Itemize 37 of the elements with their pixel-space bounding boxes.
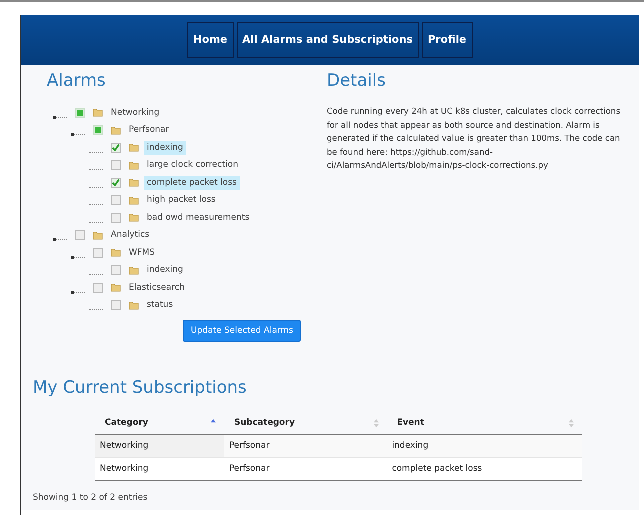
tree-item[interactable]: status [144,298,176,312]
checkbox[interactable] [111,142,121,153]
nav-link[interactable]: Home [187,22,234,58]
table-cell: Perfsonar [224,434,388,458]
checkbox[interactable] [111,300,121,310]
tree-item[interactable]: Elasticsearch [126,280,188,295]
table-cell: Perfsonar [224,458,388,480]
checkbox[interactable] [111,178,121,188]
checkbox[interactable] [93,282,103,293]
table-cell: indexing [387,434,582,458]
nav-link[interactable]: Profile [422,22,473,58]
checkbox[interactable] [111,160,121,170]
tree-item[interactable]: indexing [144,140,186,155]
tree-item[interactable]: complete packet loss [144,176,240,190]
checkbox[interactable] [75,230,85,240]
tree-item[interactable]: Analytics [108,228,153,242]
tree-item[interactable]: bad owd measurements [144,210,253,225]
section-heading: My Current Subscriptions [33,377,248,400]
section-heading: Details [327,70,387,93]
tree-item[interactable]: large clock correction [144,158,242,172]
details-text: Code running every 24h at UC k8s cluster, calculates clock corrections for all nodes that appear as both source and destination. Alarm is generated if the calculated value is greater than 100ms. The code can be found here: https://github.com/sand-ci/AlarmsAndAlerts/blob/main/ps-clock-corrections.py [327,105,622,172]
tree-item[interactable]: high packet loss [144,193,219,208]
table-cell: Networking [95,458,224,480]
nav-link[interactable]: All Alarms and Subscriptions [236,22,419,58]
checkbox[interactable] [111,212,121,223]
tree-item[interactable]: WFMS [126,246,158,260]
table-cell: Networking [95,434,224,458]
tree-item[interactable]: indexing [144,263,186,278]
checkbox[interactable] [111,265,121,276]
tree-item[interactable]: Networking [108,106,163,120]
checkbox[interactable] [111,195,121,206]
entries-info: Showing 1 to 2 of 2 entries [33,493,149,503]
update-button[interactable]: Update Selected Alarms [183,320,302,342]
section-heading: Alarms [47,70,107,93]
table-cell: complete packet loss [387,458,582,480]
tree-item[interactable]: Perfsonar [126,123,172,138]
checkbox[interactable] [93,248,103,258]
